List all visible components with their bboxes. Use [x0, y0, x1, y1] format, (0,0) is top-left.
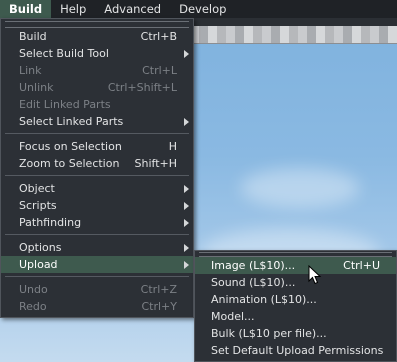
submenu-arrow-icon — [184, 202, 189, 210]
submenu-arrow-icon — [184, 185, 189, 193]
menu-item-label: Link — [19, 64, 42, 77]
menu-item-object[interactable]: Object — [1, 180, 193, 197]
menu-item-label: Image (L$10)... — [211, 259, 296, 272]
mouse-pointer-icon — [308, 265, 322, 285]
menu-item-label: Select Build Tool — [19, 47, 109, 60]
menu-build[interactable]: Build — [0, 0, 52, 18]
menu-item-label: Options — [19, 241, 62, 254]
submenu-arrow-icon — [184, 261, 189, 269]
menu-item-pathfinding[interactable]: Pathfinding — [1, 214, 193, 231]
menu-item-undo[interactable]: Undo Ctrl+Z — [1, 281, 193, 298]
menu-item-focus-on-selection[interactable]: Focus on Selection H — [1, 138, 193, 155]
menu-item-scripts[interactable]: Scripts — [1, 197, 193, 214]
menu-item-label: Set Default Upload Permissions — [211, 344, 384, 357]
menu-item-shortcut: Ctrl+L — [142, 64, 177, 77]
menu-item-shortcut: Ctrl+Shift+L — [107, 81, 177, 94]
menu-item-zoom-to-selection[interactable]: Zoom to Selection Shift+H — [1, 155, 193, 172]
menu-item-upload-model[interactable]: Model... — [195, 308, 396, 325]
menu-item-shortcut: Shift+H — [134, 157, 178, 170]
menu-item-build[interactable]: Build Ctrl+B — [1, 28, 193, 45]
menu-item-label: Redo — [19, 300, 47, 313]
menu-item-label: Upload — [19, 258, 58, 271]
menu-advanced[interactable]: Advanced — [95, 0, 170, 18]
menu-bar: Build Help Advanced Develop — [0, 0, 397, 18]
menu-item-upload[interactable]: Upload — [1, 256, 193, 273]
menu-item-upload-bulk[interactable]: Bulk (L$10 per file)... — [195, 325, 396, 342]
menu-item-shortcut: H — [168, 140, 177, 153]
menu-item-shortcut: Ctrl+Z — [140, 283, 177, 296]
menu-item-shortcut: Ctrl+B — [140, 30, 177, 43]
menu-item-label: Build — [19, 30, 47, 43]
menu-item-link[interactable]: Link Ctrl+L — [1, 62, 193, 79]
menu-separator — [5, 175, 189, 176]
menu-item-options[interactable]: Options — [1, 239, 193, 256]
menu-item-label: Model... — [211, 310, 255, 323]
menu-develop[interactable]: Develop — [170, 0, 235, 18]
menu-item-set-default-upload-permissions[interactable]: Set Default Upload Permissions — [195, 342, 396, 359]
menu-item-select-linked-parts[interactable]: Select Linked Parts — [1, 113, 193, 130]
menu-item-label: Object — [19, 182, 55, 195]
menu-item-label: Unlink — [19, 81, 54, 94]
menu-item-label: Focus on Selection — [19, 140, 122, 153]
menu-item-label: Pathfinding — [19, 216, 82, 229]
menu-separator — [5, 133, 189, 134]
menu-item-upload-sound[interactable]: Sound (L$10)... — [195, 274, 396, 291]
menu-item-upload-animation[interactable]: Animation (L$10)... — [195, 291, 396, 308]
menu-item-label: Undo — [19, 283, 48, 296]
submenu-arrow-icon — [184, 118, 189, 126]
menu-item-label: Select Linked Parts — [19, 115, 124, 128]
menu-item-select-build-tool[interactable]: Select Build Tool — [1, 45, 193, 62]
menu-separator — [5, 234, 189, 235]
menu-item-label: Bulk (L$10 per file)... — [211, 327, 327, 340]
navigation-bar-blurred — [190, 26, 397, 44]
menu-item-upload-image[interactable]: Image (L$10)... Ctrl+U — [195, 257, 396, 274]
menu-item-label: Zoom to Selection — [19, 157, 120, 170]
menu-item-label: Sound (L$10)... — [211, 276, 296, 289]
menu-item-shortcut: Ctrl+Y — [141, 300, 177, 313]
menu-item-unlink[interactable]: Unlink Ctrl+Shift+L — [1, 79, 193, 96]
menu-item-edit-linked-parts[interactable]: Edit Linked Parts — [1, 96, 193, 113]
submenu-arrow-icon — [184, 244, 189, 252]
build-menu: Build Ctrl+B Select Build Tool Link Ctrl… — [0, 18, 194, 318]
menu-separator — [5, 276, 189, 277]
submenu-arrow-icon — [184, 50, 189, 58]
upload-submenu: Image (L$10)... Ctrl+U Sound (L$10)... A… — [194, 250, 397, 362]
menu-item-label: Animation (L$10)... — [211, 293, 317, 306]
menu-item-label: Scripts — [19, 199, 57, 212]
menu-help[interactable]: Help — [51, 0, 95, 18]
submenu-arrow-icon — [184, 219, 189, 227]
menu-item-shortcut: Ctrl+U — [343, 259, 380, 272]
menu-item-label: Edit Linked Parts — [19, 98, 111, 111]
menu-item-redo[interactable]: Redo Ctrl+Y — [1, 298, 193, 315]
menu-tearoff-grip[interactable] — [5, 21, 189, 28]
